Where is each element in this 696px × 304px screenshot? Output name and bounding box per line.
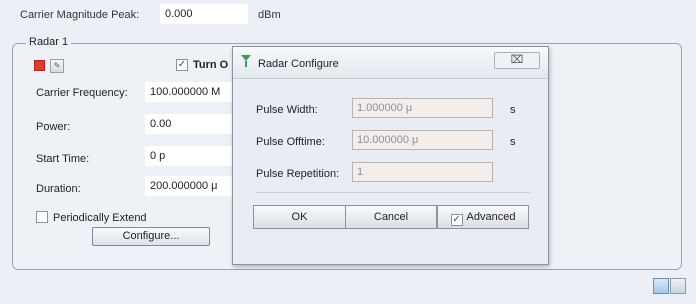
pulse-repetition-label: Pulse Repetition: — [256, 168, 340, 180]
radar-icon — [241, 55, 251, 67]
advanced-toggle-button[interactable]: ✓ Advanced — [437, 205, 529, 229]
pulse-width-field[interactable]: 1.000000 μ — [352, 98, 493, 118]
dialog-title: Radar Configure — [258, 58, 339, 70]
start-time-field[interactable]: 0 p — [145, 146, 233, 166]
carrier-frequency-label: Carrier Frequency: — [36, 87, 128, 99]
start-time-label: Start Time: — [36, 153, 90, 165]
configure-button[interactable]: Configure... — [92, 227, 210, 246]
carrier-frequency-field[interactable]: 100.000000 M — [145, 82, 233, 102]
carrier-magnitude-unit: dBm — [258, 9, 281, 21]
turn-on-label: Turn O — [193, 59, 229, 71]
pulse-width-label: Pulse Width: — [256, 104, 318, 116]
pulse-repetition-field[interactable]: 1 — [352, 162, 493, 182]
carrier-magnitude-label: Carrier Magnitude Peak: — [20, 9, 140, 21]
pulse-offtime-label: Pulse Offtime: — [256, 136, 325, 148]
pulse-offtime-field[interactable]: 10.000000 μ — [352, 130, 493, 150]
ok-button[interactable]: OK — [253, 205, 346, 229]
turn-on-checkbox[interactable]: ✓ — [176, 59, 188, 71]
dialog-divider — [255, 192, 530, 193]
duration-label: Duration: — [36, 183, 81, 195]
advanced-label: Advanced — [466, 211, 516, 223]
advanced-checkbox[interactable]: ✓ — [450, 214, 463, 226]
duration-field[interactable]: 200.000000 μ — [145, 176, 233, 196]
periodically-extend-checkbox[interactable] — [36, 211, 48, 223]
close-icon[interactable]: ⌧ — [494, 52, 540, 69]
power-field[interactable]: 0.00 — [145, 114, 233, 134]
power-label: Power: — [36, 121, 71, 133]
periodically-extend-label: Periodically Extend — [53, 212, 147, 224]
zoom-in-icon[interactable] — [653, 278, 669, 294]
carrier-magnitude-field[interactable]: 0.000 — [160, 4, 248, 24]
edit-icon[interactable]: ✎ — [50, 59, 64, 73]
cancel-button[interactable]: Cancel — [345, 205, 437, 229]
pulse-width-unit: s — [510, 104, 516, 116]
radar-group-title: Radar 1 — [26, 36, 72, 48]
pulse-offtime-unit: s — [510, 136, 516, 148]
record-icon[interactable] — [34, 60, 45, 71]
zoom-out-icon[interactable] — [670, 278, 686, 294]
